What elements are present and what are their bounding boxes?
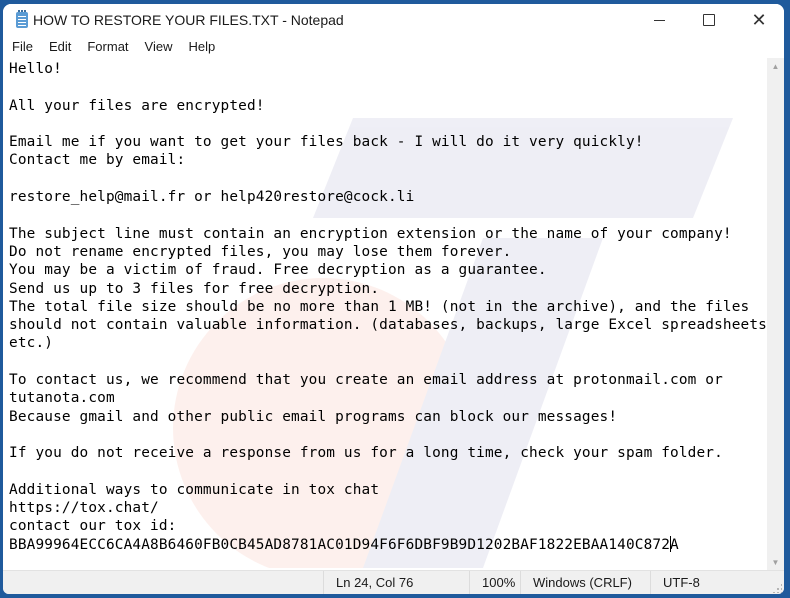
encoding: UTF-8: [650, 571, 763, 594]
notepad-icon: [16, 10, 28, 28]
scroll-up-button[interactable]: ▲: [767, 58, 784, 74]
zoom-level: 100%: [469, 571, 525, 594]
window-title: HOW TO RESTORE YOUR FILES.TXT - Notepad: [33, 12, 344, 28]
minimize-button[interactable]: [636, 4, 682, 36]
scroll-down-icon: ▼: [771, 557, 780, 567]
notepad-window: HOW TO RESTORE YOUR FILES.TXT - Notepad …: [3, 4, 784, 594]
scroll-up-icon: ▲: [771, 61, 780, 71]
tox-id-before-caret: BBA99964ECC6CA4A8B6460FB0CB45AD8781AC01D…: [9, 536, 671, 553]
maximize-button[interactable]: [686, 4, 732, 36]
menu-view[interactable]: View: [139, 37, 180, 57]
menu-format[interactable]: Format: [81, 37, 135, 57]
title-bar[interactable]: HOW TO RESTORE YOUR FILES.TXT - Notepad …: [3, 4, 784, 36]
minimize-icon: [653, 19, 665, 21]
close-icon: ✕: [751, 10, 767, 30]
maximize-icon: [703, 14, 715, 26]
close-button[interactable]: ✕: [736, 4, 782, 36]
menu-help[interactable]: Help: [182, 37, 222, 57]
menu-edit[interactable]: Edit: [43, 37, 78, 57]
document-lines: Hello! All your files are encrypted! Ema…: [9, 61, 767, 535]
status-bar: Ln 24, Col 76 100% Windows (CRLF) UTF-8: [3, 570, 784, 594]
line-ending: Windows (CRLF): [520, 571, 651, 594]
cursor-position: Ln 24, Col 76: [323, 571, 470, 594]
document-text[interactable]: Hello! All your files are encrypted! Ema…: [9, 60, 767, 554]
menu-bar: File Edit Format View Help: [3, 36, 784, 58]
vertical-scrollbar[interactable]: ▲ ▼: [767, 58, 784, 570]
scroll-down-button[interactable]: ▼: [767, 554, 784, 570]
menu-file[interactable]: File: [6, 37, 40, 57]
tox-id-after-caret: A: [670, 536, 679, 553]
resize-grip[interactable]: [772, 583, 782, 593]
text-editor[interactable]: Hello! All your files are encrypted! Ema…: [3, 58, 767, 570]
